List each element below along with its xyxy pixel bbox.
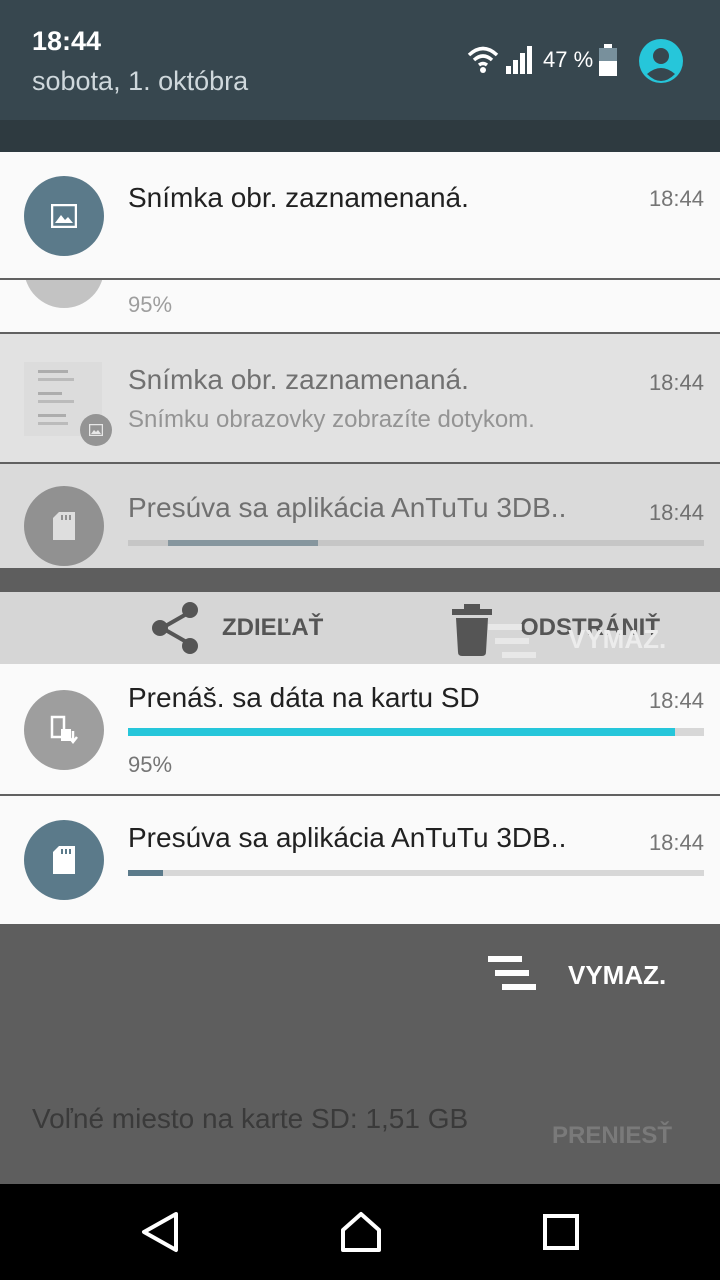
home-icon[interactable] [338, 1208, 384, 1256]
notification-time: 18:44 [648, 830, 704, 855]
ghost-clear-icon [488, 624, 536, 665]
notification-app-move-2[interactable]: Presúva sa aplikácia AnTuTu 3DB.. 18:44 [0, 796, 720, 924]
phone-to-sd-icon [24, 690, 104, 770]
signal-icon[interactable] [506, 44, 534, 74]
notification-title: Presúva sa aplikácia AnTuTu 3DB.. [128, 492, 567, 523]
notification-title: Prenáš. sa dáta na kartu SD [128, 682, 480, 713]
notification-title: Presúva sa aplikácia AnTuTu 3DB.. [128, 822, 567, 853]
status-bar: 18:44 sobota, 1. októbra 47 % [0, 0, 720, 120]
notification-time: 18:44 [648, 186, 704, 211]
notification-time: 18:44 [648, 688, 704, 713]
notification-subtitle: 95% [128, 752, 173, 777]
progress-fill [168, 540, 318, 546]
wifi-icon[interactable] [466, 44, 500, 74]
notification-screenshot[interactable]: Snímka obr. zaznamenaná. 18:44 [0, 152, 720, 280]
clear-all-icon [488, 956, 536, 990]
sd-card-icon [24, 486, 104, 566]
notification-partial[interactable]: 95% [0, 280, 720, 334]
transfer-button[interactable]: PRENIESŤ [552, 1122, 672, 1150]
share-button[interactable]: ZDIEĽAŤ [150, 592, 323, 664]
notification-app-move[interactable]: Presúva sa aplikácia AnTuTu 3DB.. 18:44 [0, 464, 720, 568]
battery-icon [599, 44, 617, 76]
progress-fill [128, 870, 163, 876]
clear-all-button[interactable]: VYMAZ. [0, 924, 720, 1024]
notification-title: Snímka obr. zaznamenaná. [128, 364, 469, 395]
back-icon[interactable] [138, 1208, 182, 1256]
ghost-clear-label: VYMAZ. [568, 624, 667, 654]
sd-free-space-text: Voľné miesto na karte SD: 1,51 GB [32, 1103, 469, 1134]
progress-bar [128, 870, 704, 876]
notification-time: 18:44 [648, 500, 704, 525]
notification-subtitle: 95% [128, 292, 173, 317]
share-label: ZDIEĽAŤ [222, 614, 324, 641]
recents-icon[interactable] [542, 1208, 580, 1256]
notification-title: Snímka obr. zaznamenaná. [128, 182, 469, 213]
notification-subtitle: Snímku obrazovky zobrazíte dotykom. [128, 406, 535, 433]
notification-time: 18:44 [648, 370, 704, 395]
partial-card-icon [24, 280, 104, 308]
notification-sd-transfer[interactable]: Prenáš. sa dáta na kartu SD 18:44 95% [0, 664, 720, 796]
progress-bar [128, 728, 704, 736]
sd-card-icon [24, 820, 104, 900]
share-icon [152, 602, 198, 654]
clock-time: 18:44 [32, 26, 102, 56]
navigation-bar [0, 1184, 720, 1280]
shade-divider [0, 120, 720, 152]
image-icon [24, 176, 104, 256]
image-badge-icon [80, 414, 112, 446]
clear-all-label: VYMAZ. [568, 960, 667, 990]
progress-fill [128, 728, 676, 736]
progress-bar [128, 540, 704, 546]
date-label[interactable]: sobota, 1. októbra [32, 66, 248, 97]
user-avatar-icon[interactable] [638, 38, 684, 84]
notification-screenshot-2[interactable]: Snímka obr. zaznamenaná. 18:44 Snímku ob… [0, 334, 720, 464]
battery-percent: 47 % [543, 47, 594, 72]
